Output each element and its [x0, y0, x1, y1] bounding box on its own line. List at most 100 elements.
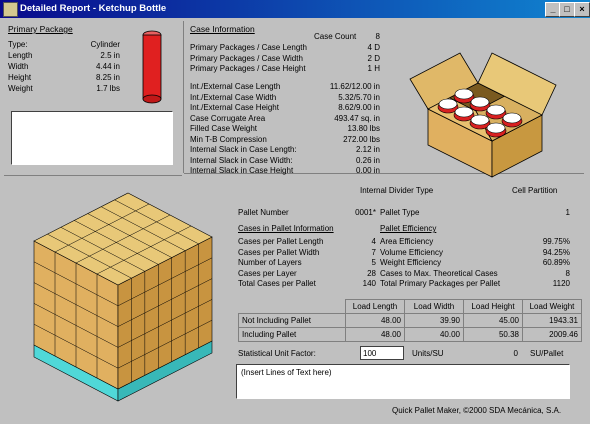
pallet-efficiency-row-value: 1120 — [552, 279, 570, 288]
case-row-label: Int./External Case Width — [190, 92, 277, 102]
window-title: Detailed Report - Ketchup Bottle — [20, 3, 167, 14]
case-row-label: Primary Packages / Case Height — [190, 64, 306, 73]
case-row-value: 272.00 lbs — [343, 134, 380, 144]
case-row-value: 11.62/12.00 in — [329, 82, 380, 91]
pallet-case-row-label: Cases per Pallet Width — [238, 247, 320, 257]
load-table: Load Length Load Width Load Height Load … — [238, 299, 582, 342]
pallet-graphic — [33, 192, 213, 402]
case-row-label: Internal Slack in Case Height — [190, 166, 294, 175]
case-row-value: 8.62/9.00 in — [338, 103, 380, 112]
row-label: Not Including Pallet — [238, 313, 346, 328]
pallet-case-row-label: Cases per Pallet Length — [238, 237, 324, 246]
primary-package-row-label: Width — [8, 62, 29, 71]
pallet-type-label: Pallet Type — [380, 208, 420, 217]
pallet-number-value: 0001* — [355, 208, 376, 217]
case-row-value: 4 D — [367, 43, 380, 52]
pallet-case-row-value: 5 — [371, 258, 376, 267]
close-icon[interactable]: × — [574, 2, 590, 17]
case-graphic — [409, 52, 557, 178]
case-row-label: Filled Case Weight — [190, 124, 257, 133]
title-bar: Detailed Report - Ketchup Bottle _ □ × — [0, 0, 590, 18]
footer-credit: Quick Pallet Maker, ©2000 SDA Mecánica, … — [392, 406, 562, 415]
pallet-case-row-label: Cases per Layer — [238, 268, 297, 278]
primary-package-row-label: Height — [8, 73, 32, 82]
pallet-efficiency-row-value: 60.89% — [542, 258, 570, 267]
load-height-header: Load Height — [463, 299, 523, 314]
pallet-efficiency-row-value: 8 — [565, 268, 570, 278]
pallet-type-value: 1 — [565, 208, 570, 217]
table-cell: 50.38 — [463, 327, 523, 342]
table-cell: 2009.46 — [522, 327, 582, 342]
case-row-label: Int./External Case Height — [190, 103, 279, 112]
case-row-value: 1 H — [367, 64, 380, 73]
statistical-unit-input[interactable] — [360, 346, 404, 360]
table-cell: 48.00 — [345, 313, 405, 328]
case-row-value: 0.26 in — [355, 155, 380, 165]
primary-package-row-value: 1.7 lbs — [96, 84, 120, 93]
primary-package-heading: Primary Package — [8, 24, 73, 34]
divider-type-value: Cell Partition — [512, 186, 558, 195]
divider-type-label: Internal Divider Type — [360, 186, 434, 195]
table-cell: 48.00 — [345, 327, 405, 342]
bottle-graphic — [142, 30, 162, 104]
statistical-unit-label: Statistical Unit Factor: — [238, 349, 316, 358]
pallet-case-row-label: Number of Layers — [238, 258, 302, 267]
case-row-value: 493.47 sq. in — [334, 113, 380, 123]
units-su-label: Units/SU — [412, 349, 444, 358]
su-pallet-value: 0 — [513, 349, 518, 358]
load-length-header: Load Length — [345, 299, 405, 314]
primary-package-row-label: Weight — [8, 84, 33, 93]
case-row-label: Case Corrugate Area — [190, 113, 266, 123]
case-row-label: Min T-B Compression — [190, 134, 267, 144]
case-row-label: Primary Packages / Case Width — [190, 53, 303, 63]
image-panel — [11, 111, 173, 165]
primary-package-row-label: Length — [8, 51, 33, 60]
case-row-label: Primary Packages / Case Length — [190, 43, 307, 52]
table-cell: 45.00 — [463, 313, 523, 328]
pallet-efficiency-row-label: Total Primary Packages per Pallet — [380, 279, 501, 288]
case-row-value: 2 D — [367, 53, 380, 63]
table-cell: 40.00 — [404, 327, 464, 342]
case-row-label: Internal Slack in Case Width: — [190, 155, 293, 165]
pallet-efficiency-row-label: Weight Efficiency — [380, 258, 442, 267]
primary-package-row-label: Type: — [8, 40, 28, 49]
primary-package-row-value: Cylinder — [90, 40, 120, 49]
report-body: Primary Package Type: Cylinder Length 2.5 i… — [4, 19, 586, 420]
pallet-case-row-value: 7 — [371, 247, 376, 257]
primary-package-row-value: 4.44 in — [95, 62, 120, 71]
pallet-number-label: Pallet Number — [238, 208, 289, 217]
pallet-efficiency-row-value: 94.25% — [542, 247, 570, 257]
table-cell: 39.90 — [404, 313, 464, 328]
notes-textarea[interactable]: (Insert Lines of Text here) — [236, 364, 570, 399]
case-row-value: 0.00 in — [355, 166, 380, 175]
app-icon[interactable] — [3, 2, 18, 17]
table-row: Including Pallet 48.00 40.00 50.38 2009.… — [238, 327, 582, 342]
case-row-label: Int./External Case Length — [190, 82, 281, 91]
load-width-header: Load Width — [404, 299, 464, 314]
case-row-value: 13.80 lbs — [347, 124, 380, 133]
pallet-efficiency-heading: Pallet Efficiency — [380, 224, 437, 233]
pallet-efficiency-row-value: 99.75% — [542, 237, 570, 246]
case-row-label: Internal Slack in Case Length: — [190, 145, 297, 154]
row-label: Including Pallet — [238, 327, 346, 342]
pallet-case-row-value: 28 — [367, 268, 376, 278]
pallet-efficiency-row-label: Volume Efficiency — [380, 247, 443, 257]
table-row: Not Including Pallet 48.00 39.90 45.00 1… — [238, 313, 582, 328]
load-weight-header: Load Weight — [522, 299, 582, 314]
case-row-value: 2.12 in — [355, 145, 380, 154]
primary-package-row-value: 8.25 in — [95, 73, 120, 82]
primary-package-row-value: 2.5 in — [100, 51, 120, 60]
pallet-case-row-value: 140 — [362, 279, 376, 288]
divider — [183, 21, 184, 173]
notes-text: (Insert Lines of Text here) — [241, 368, 332, 377]
pallet-case-row-label: Total Cases per Pallet — [238, 279, 316, 288]
table-cell: 1943.31 — [522, 313, 582, 328]
pallet-case-row-value: 4 — [371, 237, 376, 246]
case-info-heading: Case Information — [190, 24, 255, 34]
case-row-value: 5.32/5.70 in — [338, 92, 380, 102]
cases-in-pallet-heading: Cases in Pallet Information — [238, 224, 334, 233]
maximize-icon[interactable]: □ — [559, 2, 575, 17]
divider — [4, 175, 182, 176]
pallet-efficiency-row-label: Cases to Max. Theoretical Cases — [380, 268, 498, 278]
pallet-efficiency-row-label: Area Efficiency — [380, 237, 434, 246]
